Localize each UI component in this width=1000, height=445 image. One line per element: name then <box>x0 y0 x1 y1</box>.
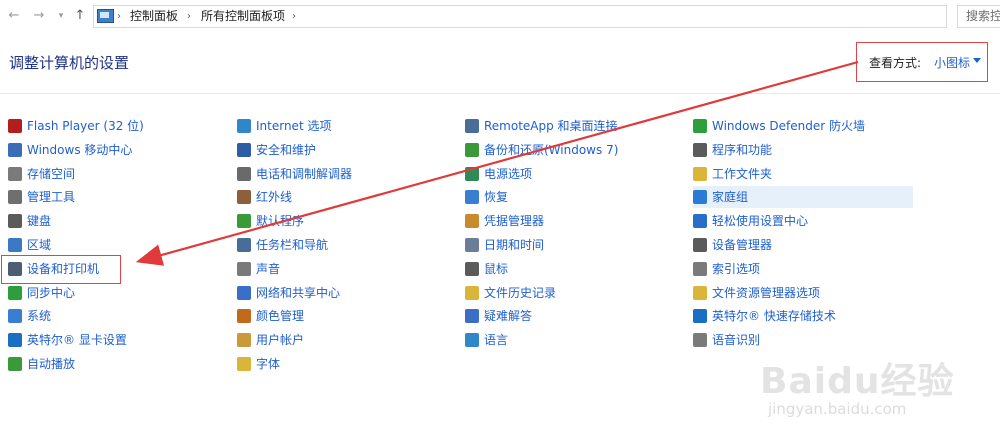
watermark-logo: Baidu经验 <box>760 361 955 402</box>
watermark-url: jingyan.baidu.com <box>768 400 907 418</box>
watermark: Baidu经验 jingyan.baidu.com <box>760 352 990 422</box>
